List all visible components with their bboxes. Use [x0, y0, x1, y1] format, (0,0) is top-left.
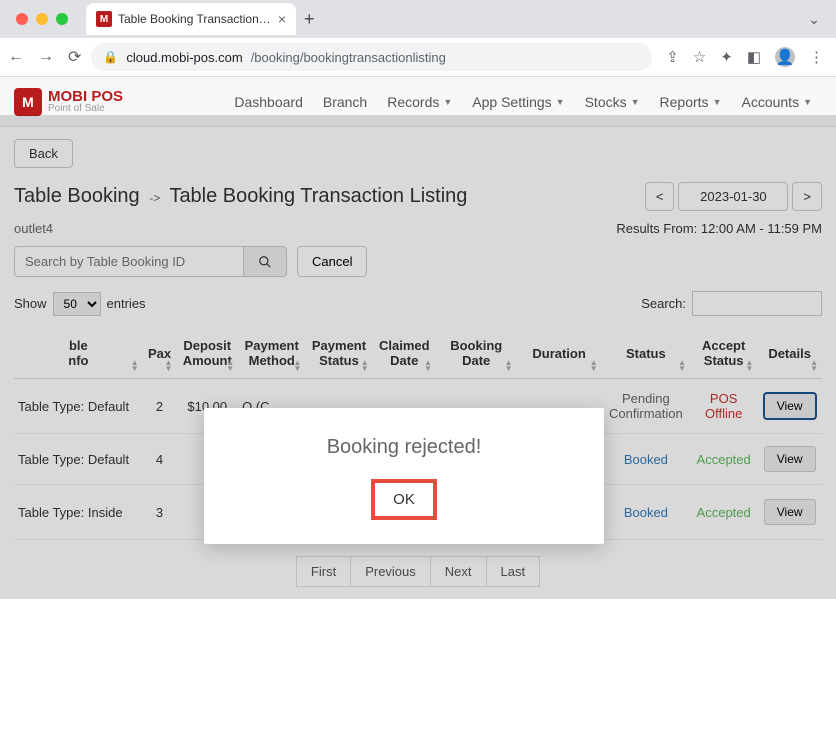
browser-tab[interactable]: M Table Booking Transaction Listi × — [86, 3, 296, 35]
chevron-down-icon: ▼ — [443, 97, 452, 107]
menu-item-branch[interactable]: Branch — [313, 86, 377, 118]
tab-close-icon[interactable]: × — [278, 11, 286, 27]
window-minimize-icon[interactable] — [36, 13, 48, 25]
nav-forward-icon[interactable]: → — [38, 48, 54, 66]
alert-modal: Booking rejected! OK — [204, 408, 604, 544]
url-host: cloud.mobi-pos.com — [126, 50, 242, 65]
menu-item-app-settings[interactable]: App Settings▼ — [462, 86, 574, 118]
logo-name: MOBI POS — [48, 89, 123, 104]
window-controls — [8, 13, 76, 25]
address-bar: ← → ⟳ 🔒 cloud.mobi-pos.com/booking/booki… — [0, 38, 836, 76]
menu-item-accounts[interactable]: Accounts▼ — [731, 86, 822, 118]
browser-tab-bar: M Table Booking Transaction Listi × + ⌄ — [0, 0, 836, 38]
favicon-icon: M — [96, 11, 112, 27]
extensions-icon[interactable]: ✦ — [720, 48, 733, 66]
chevron-down-icon: ▼ — [631, 97, 640, 107]
window-maximize-icon[interactable] — [56, 13, 68, 25]
logo-subtitle: Point of Sale — [48, 104, 123, 114]
new-tab-icon[interactable]: + — [304, 9, 315, 30]
nav-back-icon[interactable]: ← — [8, 48, 24, 66]
tab-title: Table Booking Transaction Listi — [118, 12, 272, 26]
chevron-down-icon: ▼ — [556, 97, 565, 107]
menu-icon[interactable]: ⋮ — [809, 48, 824, 66]
lock-icon: 🔒 — [103, 50, 118, 64]
brand-logo[interactable]: M MOBI POS Point of Sale — [14, 88, 123, 116]
tabs-dropdown-icon[interactable]: ⌄ — [808, 11, 828, 28]
url-path: /booking/bookingtransactionlisting — [251, 50, 446, 65]
share-icon[interactable]: ⇪ — [666, 48, 679, 66]
window-close-icon[interactable] — [16, 13, 28, 25]
menu-item-stocks[interactable]: Stocks▼ — [575, 86, 650, 118]
menu-item-records[interactable]: Records▼ — [377, 86, 462, 118]
menu-item-dashboard[interactable]: Dashboard — [224, 86, 313, 118]
menu-item-reports[interactable]: Reports▼ — [650, 86, 732, 118]
chevron-down-icon: ▼ — [803, 97, 812, 107]
logo-badge-icon: M — [14, 88, 42, 116]
url-input[interactable]: 🔒 cloud.mobi-pos.com/booking/bookingtran… — [91, 43, 652, 71]
nav-reload-icon[interactable]: ⟳ — [68, 47, 81, 67]
bookmark-icon[interactable]: ☆ — [693, 48, 706, 66]
chevron-down-icon: ▼ — [713, 97, 722, 107]
modal-ok-button[interactable]: OK — [371, 479, 437, 520]
profile-icon[interactable]: 👤 — [775, 47, 795, 67]
panel-icon[interactable]: ◧ — [747, 48, 761, 66]
modal-message: Booking rejected! — [224, 436, 584, 459]
